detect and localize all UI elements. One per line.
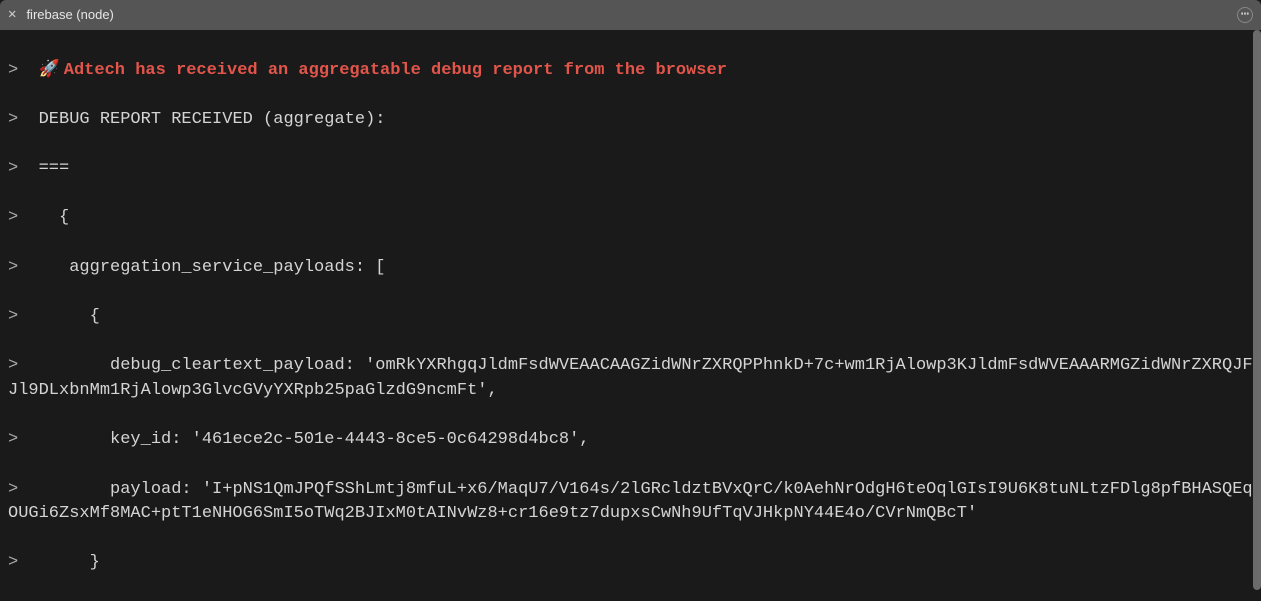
terminal-line: > { xyxy=(8,305,1253,330)
line-text: === xyxy=(39,159,70,178)
line-text: { xyxy=(39,208,70,227)
prompt-marker: > xyxy=(8,110,18,129)
prompt-marker: > xyxy=(8,208,18,227)
terminal-line: > } xyxy=(8,551,1253,576)
close-icon[interactable]: ✕ xyxy=(8,5,16,25)
tab-title: firebase (node) xyxy=(26,6,113,25)
terminal-line: > 🚀Adtech has received an aggregatable d… xyxy=(8,59,1253,84)
terminal-output[interactable]: > 🚀Adtech has received an aggregatable d… xyxy=(0,30,1261,601)
line-text: DEBUG REPORT RECEIVED (aggregate): xyxy=(39,110,386,129)
terminal-line: > DEBUG REPORT RECEIVED (aggregate): xyxy=(8,108,1253,133)
rocket-icon: 🚀 xyxy=(39,61,60,80)
prompt-marker: > xyxy=(8,480,18,499)
prompt-marker: > xyxy=(8,553,18,572)
line-text: debug_cleartext_payload: 'omRkYXRhgqJldm… xyxy=(8,356,1253,400)
terminal-line: > key_id: '461ece2c-501e-4443-8ce5-0c642… xyxy=(8,428,1253,453)
prompt-marker: > xyxy=(8,430,18,449)
prompt-marker: > xyxy=(8,258,18,277)
terminal-line: > === xyxy=(8,157,1253,182)
more-icon[interactable]: ⋯ xyxy=(1237,7,1253,23)
terminal-line: > aggregation_service_payloads: [ xyxy=(8,256,1253,281)
line-text: { xyxy=(39,307,100,326)
terminal-line: > { xyxy=(8,206,1253,231)
line-text: payload: 'I+pNS1QmJPQfSShLmtj8mfuL+x6/Ma… xyxy=(8,480,1253,524)
prompt-marker: > xyxy=(8,159,18,178)
prompt-marker: > xyxy=(8,307,18,326)
line-text: aggregation_service_payloads: [ xyxy=(39,258,386,277)
tab-bar: ✕ firebase (node) ⋯ xyxy=(0,0,1261,30)
terminal-line: > debug_cleartext_payload: 'omRkYXRhgqJl… xyxy=(8,354,1253,403)
prompt-marker: > xyxy=(8,356,18,375)
line-text: key_id: '461ece2c-501e-4443-8ce5-0c64298… xyxy=(39,430,590,449)
prompt-marker: > xyxy=(8,61,18,80)
scrollbar-thumb[interactable] xyxy=(1253,30,1261,590)
line-text: } xyxy=(39,553,100,572)
headline-text: Adtech has received an aggregatable debu… xyxy=(64,61,727,80)
terminal-line: > payload: 'I+pNS1QmJPQfSShLmtj8mfuL+x6/… xyxy=(8,478,1253,527)
tab-left-group: ✕ firebase (node) xyxy=(8,5,114,25)
scrollbar-track[interactable] xyxy=(1251,30,1261,601)
